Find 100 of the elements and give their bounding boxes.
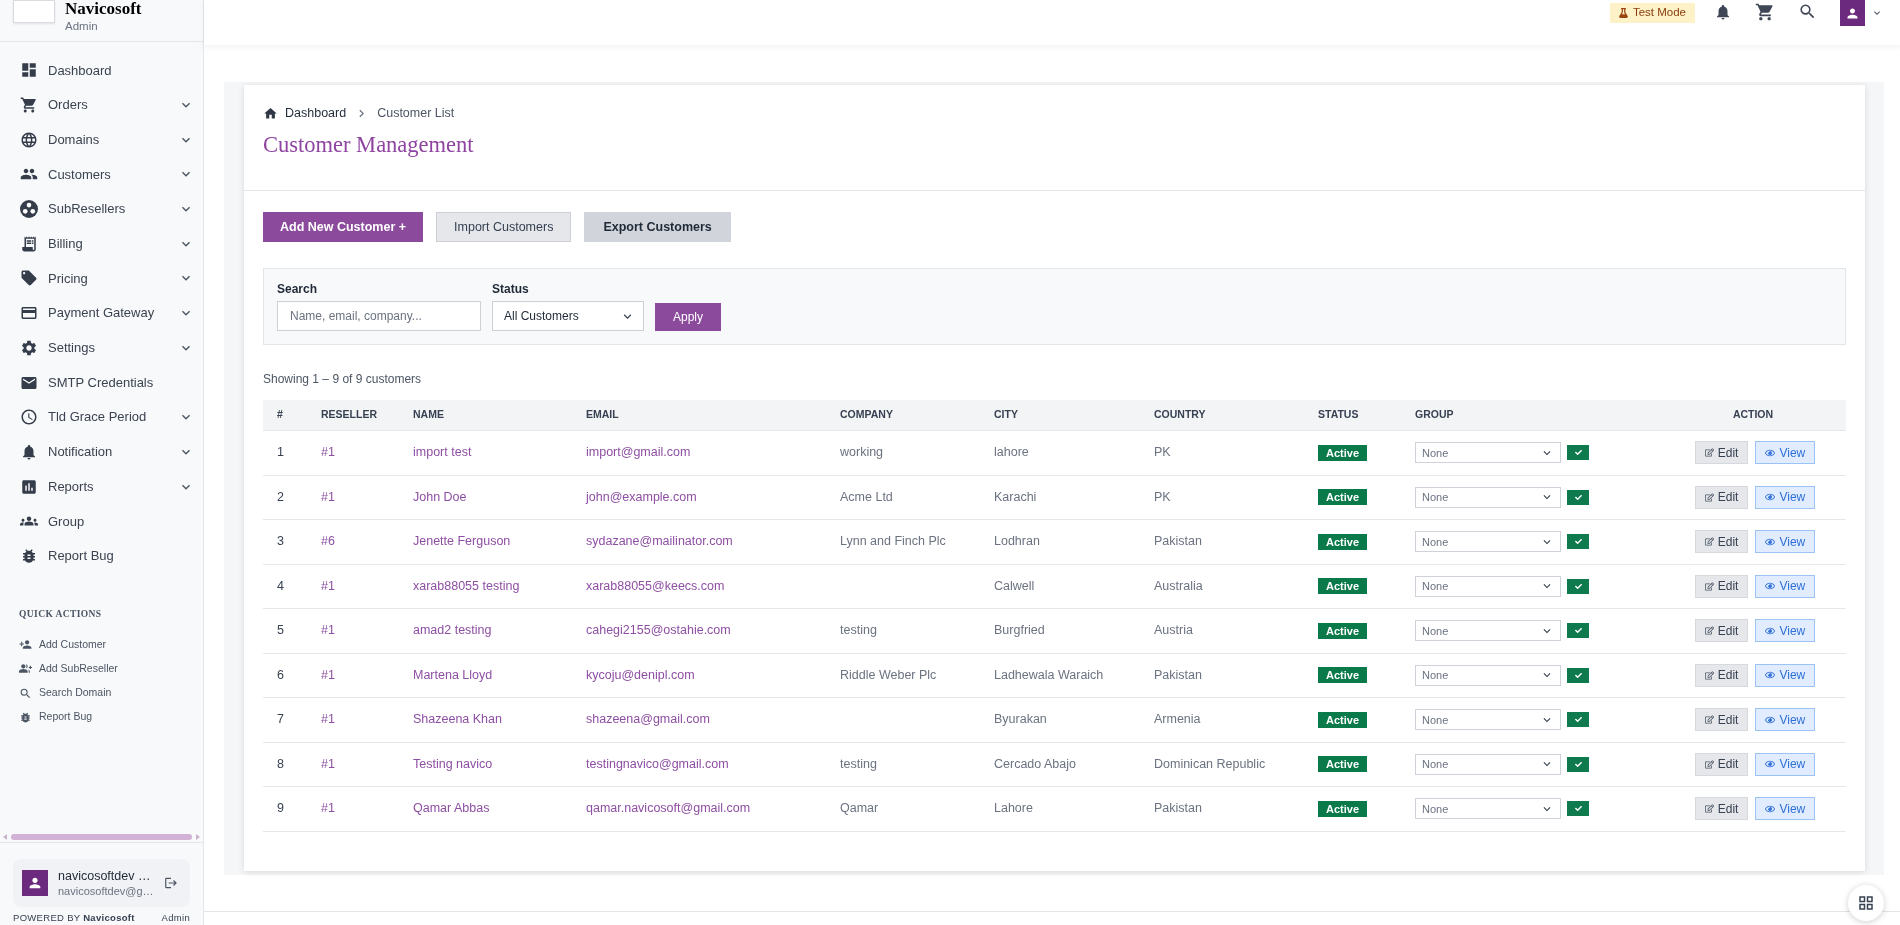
edit-button[interactable]: Edit [1694,663,1749,687]
sidebar-item[interactable]: Customers [0,157,203,192]
group-select[interactable]: None [1415,620,1561,642]
email-link[interactable]: shazeena@gmail.com [586,710,710,730]
customer-name-link[interactable]: Martena Lloyd [413,665,493,685]
cart-button[interactable] [1755,2,1775,22]
save-group-button[interactable] [1567,623,1589,639]
user-avatar-button[interactable] [1840,0,1865,26]
edit-button[interactable]: Edit [1694,441,1749,465]
view-button[interactable]: View [1755,619,1816,643]
sidebar-item[interactable]: Reports [0,469,203,504]
quick-action-link[interactable]: Add Customer [19,632,109,657]
group-select[interactable]: None [1415,798,1561,820]
edit-button[interactable]: Edit [1694,619,1749,643]
customer-name-link[interactable]: amad2 testing [413,621,492,641]
view-button[interactable]: View [1755,574,1816,598]
reseller-link[interactable]: #1 [321,576,335,596]
customer-name-link[interactable]: Shazeena Khan [413,710,502,730]
save-group-button[interactable] [1567,667,1589,683]
group-select[interactable]: None [1415,442,1561,464]
edit-button[interactable]: Edit [1694,797,1749,821]
sidebar-item[interactable]: Domains [0,122,203,158]
email-link[interactable]: cahegi2155@ostahie.com [586,621,731,641]
reseller-link[interactable]: #1 [321,621,335,641]
group-select[interactable]: None [1415,575,1561,597]
sidebar-item[interactable]: Group [0,503,203,539]
reseller-link[interactable]: #1 [321,443,335,463]
sidebar-item[interactable]: Pricing [0,261,203,296]
edit-button[interactable]: Edit [1694,530,1749,554]
sidebar-item[interactable]: Settings [0,330,203,366]
email-link[interactable]: testingnavico@gmail.com [586,754,729,774]
customer-name-link[interactable]: xarab88055 testing [413,576,520,596]
save-group-button[interactable] [1567,534,1589,550]
save-group-button[interactable] [1567,712,1589,728]
import-button[interactable]: Import Customers [436,212,572,242]
sidebar-item[interactable]: Billing [0,226,203,262]
view-button[interactable]: View [1755,441,1816,465]
edit-button[interactable]: Edit [1694,574,1749,598]
apply-button[interactable]: Apply [655,303,721,331]
group-select[interactable]: None [1415,664,1561,686]
notifications-button[interactable] [1714,3,1732,21]
save-group-button[interactable] [1567,445,1589,461]
edit-button[interactable]: Edit [1694,752,1749,776]
group-select[interactable]: None [1415,753,1561,775]
save-group-button[interactable] [1567,578,1589,594]
row-number: 1 [277,444,284,462]
quick-action-link[interactable]: Report Bug [19,705,95,730]
reseller-link[interactable]: #1 [321,665,335,685]
breadcrumb-link[interactable]: Dashboard [263,103,347,123]
globe-icon [20,130,38,149]
save-group-button[interactable] [1567,489,1589,505]
flask-icon [1618,8,1628,18]
status-badge: Active [1318,578,1368,595]
sidebar-item[interactable]: SubResellers [0,191,203,227]
view-button[interactable]: View [1755,752,1816,776]
customer-name-link[interactable]: import test [413,443,472,463]
save-group-button[interactable] [1567,756,1589,772]
export-button[interactable]: Export Customers [584,212,731,242]
save-group-button[interactable] [1567,801,1589,817]
logout-button[interactable] [164,876,178,890]
customer-name-link[interactable]: Qamar Abbas [413,799,490,819]
sidebar-item[interactable]: Dashboard [0,53,203,88]
view-button[interactable]: View [1755,530,1816,554]
add-customer-button[interactable]: Add New Customer + [263,212,424,242]
sidebar-item[interactable]: Report Bug [0,538,203,574]
view-button[interactable]: View [1755,708,1816,732]
reseller-link[interactable]: #1 [321,799,335,819]
status-select[interactable]: All Customers [492,301,644,331]
email-link[interactable]: import@gmail.com [586,443,691,463]
reseller-link[interactable]: #1 [321,487,335,507]
email-link[interactable]: john@example.com [586,487,697,507]
group-select[interactable]: None [1415,531,1561,553]
email-link[interactable]: qamar.navicosoft@gmail.com [586,799,751,819]
view-button[interactable]: View [1755,797,1816,821]
email-link[interactable]: sydazane@mailinator.com [586,532,733,552]
eye-icon [1765,492,1776,503]
view-button[interactable]: View [1755,663,1816,687]
sidebar-item[interactable]: SMTP Credentials [0,365,203,400]
sidebar-item[interactable]: Notification [0,434,203,470]
group-select[interactable]: None [1415,486,1561,508]
sidebar-item[interactable]: Payment Gateway [0,295,203,331]
group-select[interactable]: None [1415,709,1561,731]
customer-name-link[interactable]: John Doe [413,487,467,507]
email-link[interactable]: xarab88055@keecs.com [586,576,725,596]
edit-button[interactable]: Edit [1694,708,1749,732]
reseller-link[interactable]: #1 [321,710,335,730]
quick-action-link[interactable]: Add SubReseller [19,656,120,681]
sidebar-item[interactable]: Tld Grace Period [0,399,203,435]
search-button[interactable] [1798,2,1817,21]
quick-action-link[interactable]: Search Domain [19,680,114,706]
view-button[interactable]: View [1755,485,1816,509]
customer-name-link[interactable]: Jenette Ferguson [413,532,511,552]
edit-button[interactable]: Edit [1694,485,1749,509]
edit-icon [1704,804,1714,814]
reseller-link[interactable]: #1 [321,754,335,774]
customer-name-link[interactable]: Testing navico [413,754,493,774]
reseller-link[interactable]: #6 [321,532,335,552]
sidebar-item[interactable]: Orders [0,87,203,123]
email-link[interactable]: kycoju@denipl.com [586,665,695,685]
search-field[interactable]: Name, email, company... [277,301,481,331]
